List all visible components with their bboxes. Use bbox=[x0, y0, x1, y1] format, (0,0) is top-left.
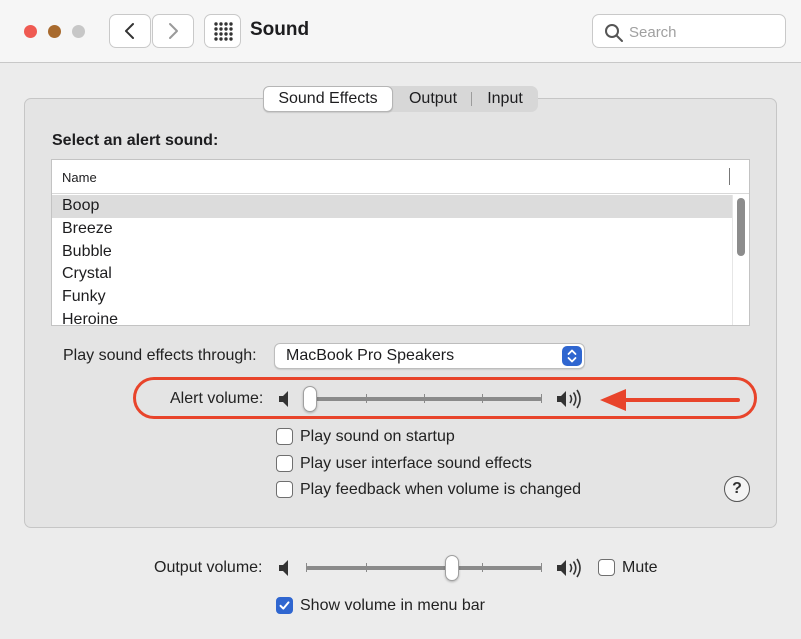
output-volume-label: Output volume: bbox=[154, 559, 263, 576]
speaker-low-icon bbox=[279, 391, 288, 407]
list-item[interactable]: Crystal bbox=[52, 263, 732, 286]
back-button[interactable] bbox=[109, 14, 151, 48]
scrollbar-thumb[interactable] bbox=[737, 198, 745, 256]
tab-output[interactable]: Output bbox=[397, 86, 469, 112]
alert-sound-list[interactable]: Name Boop Breeze Bubble Crystal Funky He… bbox=[51, 159, 750, 326]
list-item[interactable]: Heroine bbox=[52, 309, 732, 325]
tab-input[interactable]: Input bbox=[475, 86, 535, 112]
list-item[interactable]: Bubble bbox=[52, 241, 732, 264]
output-volume-slider[interactable] bbox=[302, 553, 546, 583]
alert-sound-heading: Select an alert sound: bbox=[52, 132, 219, 149]
vertical-scrollbar[interactable] bbox=[732, 195, 749, 325]
tab-bar: Sound Effects Output Input bbox=[263, 86, 538, 112]
output-device-value: MacBook Pro Speakers bbox=[286, 347, 455, 364]
chevron-left-icon bbox=[125, 23, 134, 39]
checkmark-icon bbox=[279, 601, 290, 610]
title-bar: Sound bbox=[0, 0, 801, 63]
show-volume-menubar-checkbox[interactable] bbox=[276, 597, 293, 614]
speaker-high-icon bbox=[557, 389, 581, 409]
alert-volume-knob[interactable] bbox=[303, 386, 317, 412]
chevron-up-down-icon bbox=[567, 349, 577, 363]
column-divider bbox=[729, 168, 730, 185]
popup-stepper bbox=[562, 346, 582, 366]
volume-feedback-checkbox[interactable] bbox=[276, 481, 293, 498]
play-through-label: Play sound effects through: bbox=[63, 347, 257, 364]
help-button[interactable]: ? bbox=[724, 476, 750, 502]
startup-sound-checkbox[interactable] bbox=[276, 428, 293, 445]
show-volume-menubar-label[interactable]: Show volume in menu bar bbox=[300, 597, 485, 615]
sound-rows: Boop Breeze Bubble Crystal Funky Heroine bbox=[52, 195, 732, 325]
show-all-button[interactable] bbox=[204, 14, 241, 48]
list-header: Name bbox=[52, 160, 749, 194]
close-window-button[interactable] bbox=[24, 25, 37, 38]
tab-divider bbox=[471, 92, 472, 106]
window-title: Sound bbox=[250, 19, 310, 40]
output-volume-knob[interactable] bbox=[445, 555, 459, 581]
list-item[interactable]: Boop bbox=[52, 195, 732, 218]
ui-sound-effects-label[interactable]: Play user interface sound effects bbox=[300, 455, 532, 473]
column-header-name[interactable]: Name bbox=[62, 170, 97, 185]
zoom-window-button[interactable] bbox=[72, 25, 85, 38]
forward-button[interactable] bbox=[152, 14, 194, 48]
search-field[interactable] bbox=[592, 14, 786, 48]
list-item[interactable]: Breeze bbox=[52, 218, 732, 241]
speaker-low-icon bbox=[279, 560, 288, 576]
list-item[interactable]: Funky bbox=[52, 286, 732, 309]
output-device-select[interactable]: MacBook Pro Speakers bbox=[274, 343, 585, 369]
alert-volume-label: Alert volume: bbox=[170, 390, 264, 407]
minimize-window-button[interactable] bbox=[48, 25, 61, 38]
startup-sound-label[interactable]: Play sound on startup bbox=[300, 428, 455, 446]
chevron-right-icon bbox=[169, 23, 178, 39]
annotation-arrow-icon bbox=[600, 389, 740, 411]
search-icon bbox=[605, 24, 623, 42]
speaker-high-icon bbox=[557, 558, 581, 578]
ui-sound-effects-checkbox[interactable] bbox=[276, 455, 293, 472]
search-input[interactable] bbox=[629, 21, 779, 43]
mute-checkbox[interactable] bbox=[598, 559, 615, 576]
mute-label[interactable]: Mute bbox=[622, 559, 658, 577]
grid-icon bbox=[213, 22, 233, 41]
volume-feedback-label[interactable]: Play feedback when volume is changed bbox=[300, 481, 581, 499]
alert-volume-slider[interactable] bbox=[302, 384, 546, 414]
tab-sound-effects[interactable]: Sound Effects bbox=[263, 86, 393, 112]
